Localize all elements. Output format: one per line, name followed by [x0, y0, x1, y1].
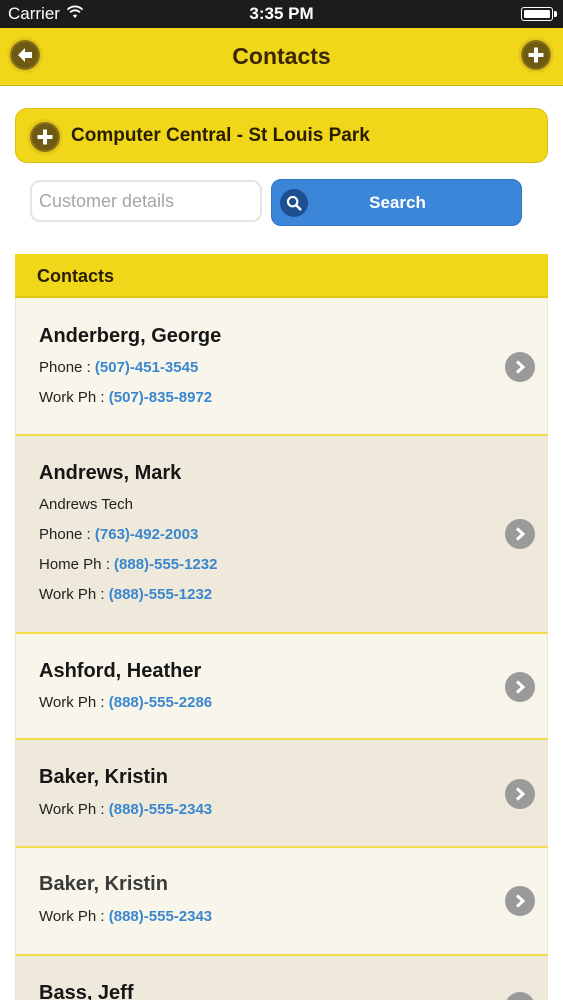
contact-phone-line: Work Ph : (888)-555-2343 — [39, 801, 212, 818]
company-add-button[interactable] — [30, 122, 60, 152]
phone-number-link[interactable]: (888)-555-2343 — [109, 908, 212, 925]
contact-phone-line: Home Ph : (888)-555-1232 — [39, 556, 217, 573]
chevron-right-icon[interactable] — [505, 779, 535, 809]
contact-name: Anderberg, George — [39, 325, 222, 347]
phone-label: Home Ph : — [39, 556, 115, 573]
contact-phone-line: Work Ph : (507)-835-8972 — [39, 389, 212, 406]
plus-icon — [37, 129, 53, 145]
phone-number-link[interactable]: (888)-555-2343 — [109, 801, 212, 818]
contact-phone-line: Phone : (763)-492-2003 — [39, 526, 198, 543]
chevron-right-icon[interactable] — [505, 519, 535, 549]
chevron-right-icon[interactable] — [505, 352, 535, 382]
contact-name: Baker, Kristin — [39, 766, 168, 788]
phone-number-link[interactable]: (507)-835-8972 — [109, 389, 212, 406]
add-contact-button[interactable] — [521, 40, 551, 70]
contact-name: Baker, Kristin — [39, 873, 168, 895]
phone-number-link[interactable]: (763)-492-2003 — [95, 526, 198, 543]
contact-row[interactable]: Bass, Jeff — [15, 956, 548, 1000]
chevron-right-icon[interactable] — [505, 886, 535, 916]
phone-number-link[interactable]: (507)-451-3545 — [95, 359, 198, 376]
phone-label: Work Ph : — [39, 586, 109, 603]
status-bar: Carrier 3:35 PM — [0, 0, 563, 28]
company-name: Computer Central - St Louis Park — [71, 125, 370, 146]
phone-label: Work Ph : — [39, 694, 109, 711]
phone-number-link[interactable]: (888)-555-2286 — [109, 694, 212, 711]
contact-name: Ashford, Heather — [39, 660, 202, 682]
contact-company: Andrews Tech — [39, 496, 133, 513]
chevron-right-icon[interactable] — [505, 992, 535, 1000]
contact-row[interactable]: Baker, Kristin Work Ph : (888)-555-2343 — [15, 740, 548, 848]
phone-label: Phone : — [39, 359, 95, 376]
phone-label: Work Ph : — [39, 389, 109, 406]
contact-row[interactable]: Andrews, Mark Andrews Tech Phone : (763)… — [15, 436, 548, 634]
chevron-right-icon[interactable] — [505, 672, 535, 702]
clock: 3:35 PM — [249, 4, 314, 23]
phone-label: Phone : — [39, 526, 95, 543]
battery-icon — [521, 7, 557, 21]
contact-phone-line: Work Ph : (888)-555-2343 — [39, 908, 212, 925]
customer-search-input[interactable] — [30, 180, 262, 222]
contact-row[interactable]: Ashford, Heather Work Ph : (888)-555-228… — [15, 634, 548, 740]
page-title: Contacts — [232, 43, 331, 69]
contact-name: Bass, Jeff — [39, 982, 134, 1000]
contact-row[interactable]: Baker, Kristin Work Ph : (888)-555-2343 — [15, 848, 548, 956]
contact-phone-line: Phone : (507)-451-3545 — [39, 359, 198, 376]
phone-number-link[interactable]: (888)-555-1232 — [114, 556, 217, 573]
contacts-section-header: Contacts — [15, 254, 548, 298]
contacts-section-title: Contacts — [37, 266, 115, 286]
contact-phone-line: Work Ph : (888)-555-1232 — [39, 586, 212, 603]
nav-bar: Contacts — [0, 28, 563, 86]
company-bar[interactable]: Computer Central - St Louis Park — [15, 108, 548, 163]
phone-number-link[interactable]: (888)-555-1232 — [109, 586, 212, 603]
search-button[interactable]: Search — [271, 179, 522, 226]
plus-icon — [528, 47, 544, 63]
search-button-label: Search — [369, 193, 426, 212]
contact-row[interactable]: Anderberg, George Phone : (507)-451-3545… — [15, 298, 548, 436]
phone-label: Work Ph : — [39, 908, 109, 925]
contact-phone-line: Work Ph : (888)-555-2286 — [39, 694, 212, 711]
contact-name: Andrews, Mark — [39, 462, 182, 484]
phone-label: Work Ph : — [39, 801, 109, 818]
contact-list: Anderberg, George Phone : (507)-451-3545… — [15, 298, 548, 1000]
